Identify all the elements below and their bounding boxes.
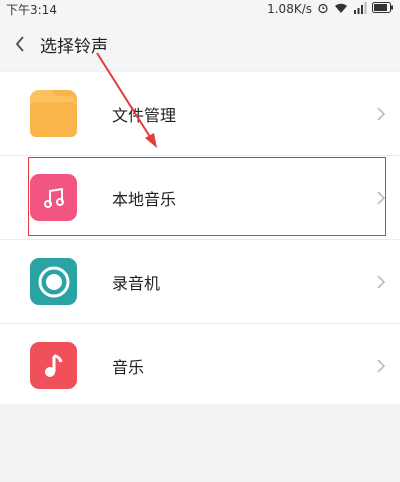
- annotation-arrow: [96, 52, 157, 148]
